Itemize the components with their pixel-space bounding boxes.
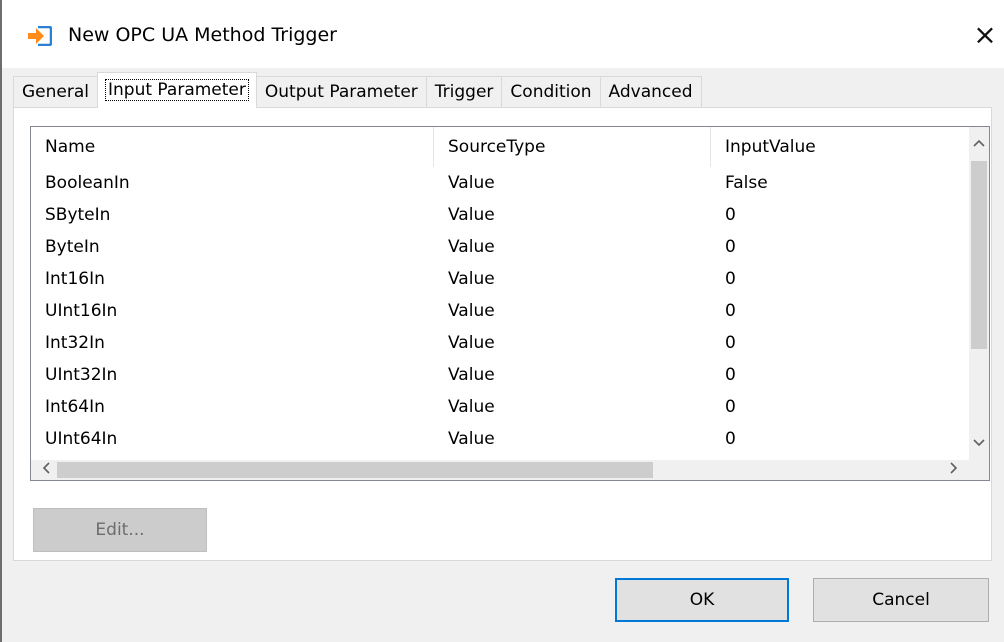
- column-header-inputvalue[interactable]: InputValue: [711, 127, 969, 167]
- scroll-down-icon[interactable]: [969, 433, 989, 453]
- ok-button[interactable]: OK: [615, 578, 789, 622]
- list-header: Name SourceType InputValue: [31, 127, 971, 167]
- dialog-body: General Input Parameter Output Parameter…: [2, 68, 1004, 642]
- title-bar: New OPC UA Method Trigger ×: [2, 0, 1004, 68]
- param-input-value: False: [725, 173, 768, 193]
- tab-label: Trigger: [434, 82, 494, 102]
- parameter-list[interactable]: Name SourceType InputValue BooleanIn Val…: [30, 126, 990, 481]
- table-row[interactable]: ByteIn Value 0: [31, 231, 971, 263]
- table-row[interactable]: UInt32In Value 0: [31, 359, 971, 391]
- horizontal-scrollbar[interactable]: [31, 460, 969, 480]
- tab-label: Input Parameter: [105, 79, 249, 101]
- scroll-up-icon[interactable]: [969, 133, 989, 153]
- arrow-into-box-icon: [26, 25, 53, 47]
- table-row[interactable]: Int64In Value 0: [31, 391, 971, 423]
- table-row[interactable]: SByteIn Value 0: [31, 199, 971, 231]
- param-source-type: Value: [448, 173, 495, 193]
- param-input-value: 0: [725, 333, 736, 353]
- param-name: Int16In: [45, 269, 105, 289]
- param-source-type: Value: [448, 301, 495, 321]
- tab-strip: General Input Parameter Output Parameter…: [13, 72, 702, 108]
- column-header-sourcetype[interactable]: SourceType: [434, 127, 710, 167]
- param-name: Int64In: [45, 397, 105, 417]
- param-source-type: Value: [448, 269, 495, 289]
- param-input-value: 0: [725, 205, 736, 225]
- edit-button[interactable]: Edit...: [33, 508, 207, 552]
- param-input-value: 0: [725, 397, 736, 417]
- table-row[interactable]: UInt16In Value 0: [31, 295, 971, 327]
- window-title: New OPC UA Method Trigger: [68, 24, 337, 46]
- scroll-right-icon[interactable]: [943, 460, 965, 480]
- param-name: SByteIn: [45, 205, 111, 225]
- param-name: ByteIn: [45, 237, 100, 257]
- param-input-value: 0: [725, 429, 736, 449]
- tab-trigger[interactable]: Trigger: [425, 76, 503, 108]
- table-row[interactable]: UInt64In Value 0: [31, 423, 971, 455]
- tab-advanced[interactable]: Advanced: [599, 76, 702, 108]
- cancel-button[interactable]: Cancel: [813, 578, 989, 622]
- scroll-left-icon[interactable]: [35, 460, 57, 480]
- param-source-type: Value: [448, 397, 495, 417]
- param-source-type: Value: [448, 237, 495, 257]
- tab-label: Advanced: [608, 82, 693, 102]
- param-source-type: Value: [448, 205, 495, 225]
- tab-label: Output Parameter: [264, 82, 418, 102]
- horizontal-scroll-thumb[interactable]: [57, 462, 653, 478]
- param-source-type: Value: [448, 365, 495, 385]
- table-row[interactable]: BooleanIn Value False: [31, 167, 971, 199]
- list-body: BooleanIn Value False SByteIn Value 0 By…: [31, 167, 971, 460]
- param-source-type: Value: [448, 333, 495, 353]
- scrollbar-corner: [969, 460, 989, 480]
- close-button[interactable]: ×: [968, 18, 1002, 52]
- tab-condition[interactable]: Condition: [501, 76, 601, 108]
- param-name: Int32In: [45, 333, 105, 353]
- tab-output-parameter[interactable]: Output Parameter: [255, 76, 427, 108]
- param-source-type: Value: [448, 429, 495, 449]
- param-name: BooleanIn: [45, 173, 130, 193]
- table-row[interactable]: Int16In Value 0: [31, 263, 971, 295]
- vertical-scrollbar[interactable]: [969, 127, 989, 460]
- tab-label: Condition: [510, 82, 592, 102]
- param-input-value: 0: [725, 269, 736, 289]
- param-input-value: 0: [725, 365, 736, 385]
- param-name: UInt16In: [45, 301, 118, 321]
- input-parameter-panel: Name SourceType InputValue BooleanIn Val…: [13, 107, 992, 561]
- param-input-value: 0: [725, 301, 736, 321]
- param-name: UInt64In: [45, 429, 118, 449]
- vertical-scroll-thumb[interactable]: [971, 161, 987, 349]
- tab-general[interactable]: General: [13, 76, 98, 108]
- param-name: UInt32In: [45, 365, 118, 385]
- tab-label: General: [22, 82, 89, 102]
- tab-input-parameter[interactable]: Input Parameter: [97, 72, 257, 108]
- column-header-name[interactable]: Name: [31, 127, 433, 167]
- param-input-value: 0: [725, 237, 736, 257]
- table-row[interactable]: Int32In Value 0: [31, 327, 971, 359]
